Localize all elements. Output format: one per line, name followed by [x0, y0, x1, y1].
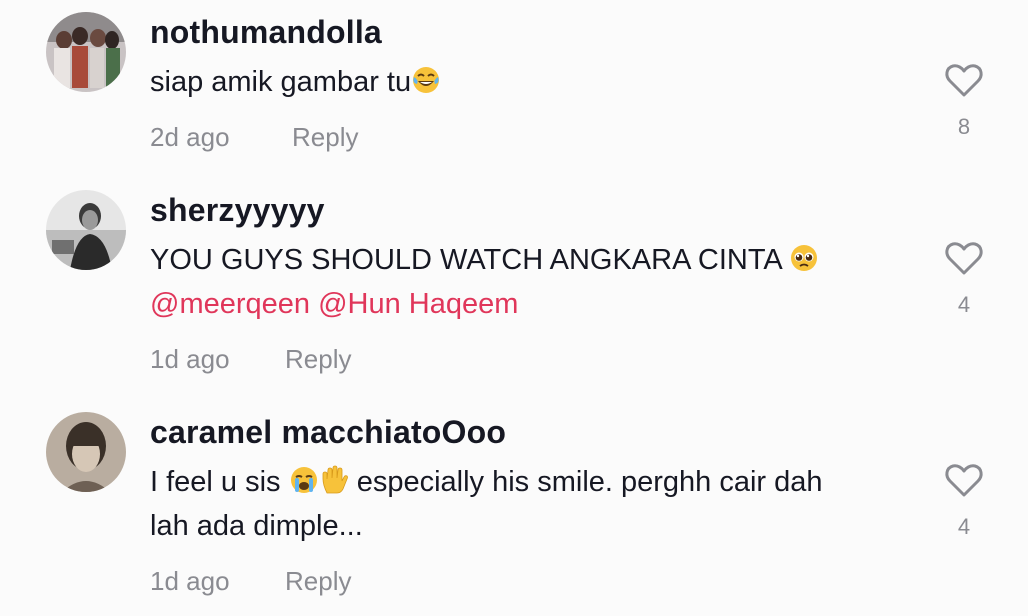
like-count: 4 — [957, 514, 971, 539]
comment-timestamp: 1d ago — [150, 344, 230, 374]
mention-link[interactable]: @meerqeen — [150, 288, 310, 320]
comment-meta: 1d ago Reply — [150, 344, 351, 375]
comment-username[interactable]: caramel macchiatoOoo — [150, 414, 506, 451]
comment-text: YOU GUYS SHOULD WATCH ANGKARA CINTA @mee… — [150, 238, 910, 326]
like-button[interactable] — [944, 462, 984, 498]
reply-button[interactable]: Reply — [285, 566, 351, 597]
avatar[interactable] — [46, 190, 126, 270]
like-button[interactable] — [944, 62, 984, 98]
like-count: 4 — [957, 292, 971, 317]
heart-outline-icon — [945, 242, 983, 275]
comment-timestamp: 1d ago — [150, 566, 230, 596]
comment-text: siap amik gambar tu — [150, 60, 910, 104]
reply-button[interactable]: Reply — [292, 122, 358, 153]
like-button[interactable] — [944, 240, 984, 276]
tears-of-joy-emoji-icon — [411, 64, 441, 94]
heart-outline-icon — [945, 64, 983, 97]
avatar[interactable] — [46, 412, 126, 492]
like-count: 8 — [957, 114, 971, 139]
comment-text-body: siap amik gambar tu — [150, 66, 412, 98]
comment-meta: 1d ago Reply — [150, 566, 351, 597]
comment-meta: 2d ago Reply — [150, 122, 358, 153]
mention-link[interactable]: @Hun Haqeem — [318, 288, 518, 320]
comment-timestamp: 2d ago — [150, 122, 230, 152]
comment-text: I feel u sis especially his smile. pergh… — [150, 460, 910, 548]
comment-text-line2: lah ada dimple... — [150, 510, 363, 542]
pleading-face-emoji-icon — [789, 242, 819, 272]
crying-face-emoji-icon — [289, 464, 319, 494]
comment-username[interactable]: nothumandolla — [150, 14, 382, 51]
raised-hand-emoji-icon — [319, 464, 349, 494]
avatar[interactable] — [46, 12, 126, 92]
comment-text-suffix: especially his smile. perghh cair dah — [356, 466, 823, 498]
comment-text-body: YOU GUYS SHOULD WATCH ANGKARA CINTA — [150, 244, 782, 276]
reply-button[interactable]: Reply — [285, 344, 351, 375]
heart-outline-icon — [945, 464, 983, 497]
comment-username[interactable]: sherzyyyyy — [150, 192, 325, 229]
comment-text-prefix: I feel u sis — [150, 466, 281, 498]
